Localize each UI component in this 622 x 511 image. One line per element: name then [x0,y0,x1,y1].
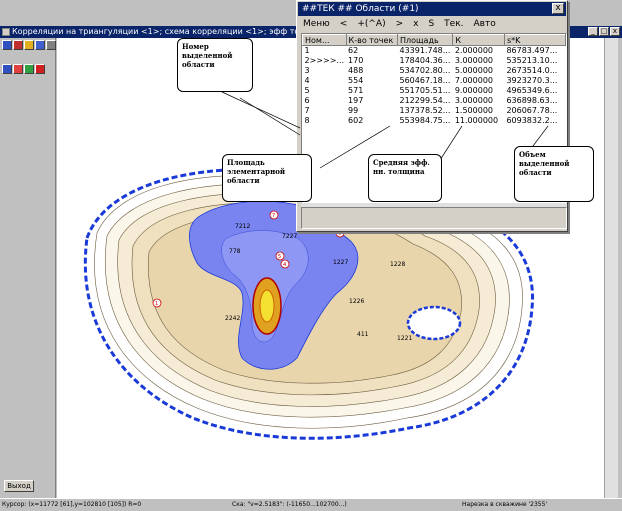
app-window: Корреляции на триангуляции <1>; схема ко… [0,0,622,511]
callout-thickness: Средняя эфф. нн. толщина [368,154,442,202]
callout-lines [221,91,549,169]
callout-volume: Объем выделенной области [514,146,594,202]
callout-area: Площадь элементарной области [222,154,312,202]
callout-region-number: Номер выделенной области [177,38,253,92]
